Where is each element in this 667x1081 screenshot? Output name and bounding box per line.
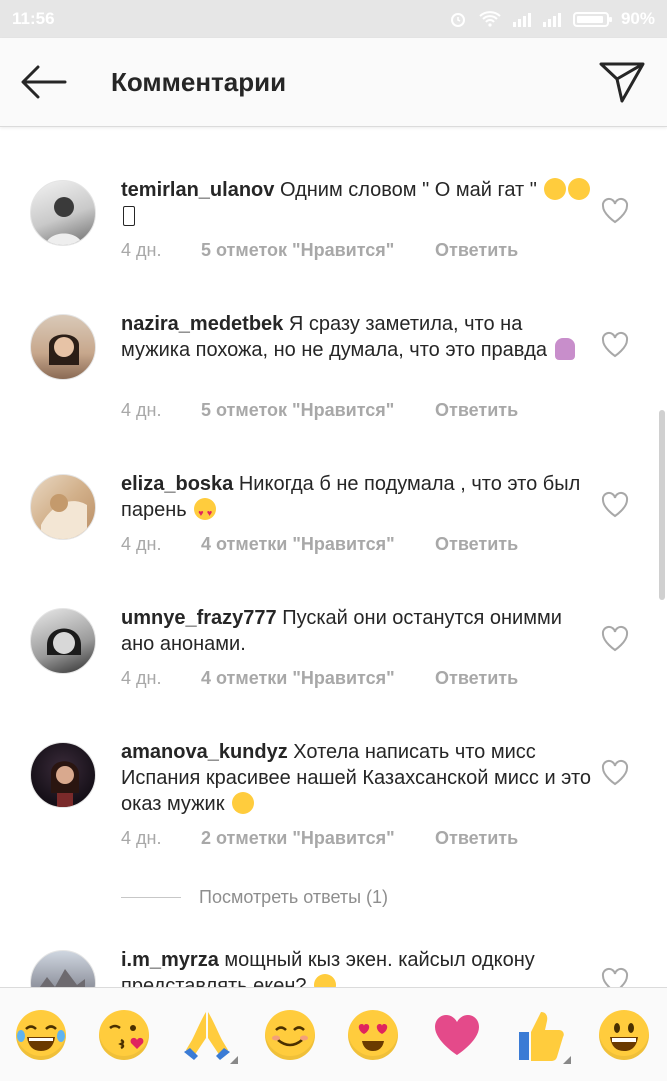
avatar[interactable] [30,474,96,540]
avatar[interactable] [30,314,96,380]
frowning-face-icon [568,178,591,200]
paper-plane-icon [599,62,645,103]
kiss-features [109,1024,144,1050]
back-arrow-icon [21,65,67,99]
grinning-features [610,1023,638,1051]
astonished-face-icon [544,178,567,200]
comment-likes[interactable]: 4 отметки "Нравится" [201,534,395,555]
like-heart-icon[interactable] [600,197,630,225]
tears-of-joy-features [17,1025,65,1051]
direct-send-button[interactable] [598,58,646,106]
comment-username[interactable]: umnye_frazy777 [121,607,277,629]
folded-hands-shape [184,1012,230,1060]
comment-text: temirlan_ulanov Одним словом " О май гат… [121,177,591,229]
like-heart-icon[interactable] [600,625,630,653]
avatar[interactable] [30,742,96,808]
reply-button[interactable]: Ответить [435,668,518,689]
face-blowing-kiss-icon[interactable] [97,1008,151,1062]
reply-button[interactable]: Ответить [435,534,518,555]
emoji-face [348,1010,398,1060]
emoji-quick-bar [0,987,667,1081]
profile-photo [51,761,79,807]
avatar[interactable] [30,950,96,987]
comment-username[interactable]: temirlan_ulanov [121,179,274,201]
comment-likes[interactable]: 5 отметок "Нравится" [201,240,394,261]
comment-text: eliza_boska Никогда б не подумала , что … [121,471,591,526]
like-heart-icon[interactable] [600,967,630,987]
profile-photo [41,494,87,539]
profile-photo [47,628,81,655]
emoji-face [265,1010,315,1060]
battery-percent: 90% [620,9,655,28]
comment-username[interactable]: nazira_medetbek [121,313,283,335]
back-button[interactable] [18,60,68,104]
skin-tone-indicator [230,1056,238,1064]
signal-icon-2 [542,11,561,27]
skin-tone-indicator [563,1056,571,1064]
thumbs-up-icon[interactable] [513,1008,571,1064]
reply-button[interactable]: Ответить [435,828,518,849]
like-heart-icon[interactable] [600,759,630,787]
heart-eyes-features [358,1024,388,1051]
emoji-face [99,1010,149,1060]
comment-text: i.m_myrza мощный кыз экен. кайсыл одкону… [121,947,591,987]
pink-heart-shape [435,1015,479,1055]
comment-message: Одним словом " О май гат " [279,179,537,201]
comment-time: 4 дн. [121,240,162,260]
emoji-face [16,1010,66,1060]
smiling-features [272,1026,308,1047]
heart-eyes-icon [194,498,217,526]
reply-button[interactable]: Ответить [435,240,518,261]
comment-time: 4 дн. [121,534,162,554]
comment-time: 4 дн. [121,400,162,420]
reply-button[interactable]: Ответить [435,400,518,421]
like-heart-icon[interactable] [600,491,630,519]
smiling-face-icon[interactable] [263,1008,317,1062]
emoji-face [599,1010,649,1060]
face-tears-of-joy-icon[interactable] [14,1008,68,1062]
profile-photo [49,334,79,365]
page-title: Комментарии [111,67,287,97]
alarm-icon [450,13,465,27]
wifi-icon [479,11,501,27]
avatar[interactable] [30,608,96,674]
comment-text: nazira_medetbek Я сразу заметила, что на… [121,311,591,363]
crying-face-icon [232,792,254,814]
battery-icon [572,11,612,27]
thumbs-up-shape [519,1012,564,1061]
divider-line [121,896,181,898]
signal-icon [512,11,531,27]
comment-username[interactable]: amanova_kundyz [121,741,288,763]
heart-eyes-icon [314,974,337,987]
avatar[interactable] [30,180,96,246]
status-time: 11:56 [12,9,55,28]
grinning-face-icon[interactable] [597,1008,651,1062]
comment-time: 4 дн. [121,668,162,688]
comment-likes[interactable]: 2 отметки "Нравится" [201,828,395,849]
profile-photo [45,197,83,245]
top-bar: Комментарии [0,38,667,127]
like-heart-icon[interactable] [600,331,630,359]
folded-hands-icon[interactable] [180,1008,238,1064]
pink-heart-icon[interactable] [430,1008,484,1062]
view-replies-label: Посмотреть ответы (1) [199,886,389,907]
comment-username[interactable]: i.m_myrza [121,949,219,971]
view-replies-button[interactable]: Посмотреть ответы (1) [121,884,521,910]
status-icons: 90% [449,9,655,29]
heart-eyes-icon[interactable] [346,1008,400,1062]
comment-text: umnye_frazy777 Пускай они останутся оним… [121,605,591,657]
comment-time: 4 дн. [121,828,162,848]
facepalm-icon [554,338,575,360]
comment-likes[interactable]: 4 отметки "Нравится" [201,668,395,689]
comment-text: amanova_kundyz Хотела написать что мисс … [121,739,591,817]
scrollbar[interactable] [659,410,665,600]
status-bar: 11:56 90% [0,0,667,38]
comments-list[interactable]: temirlan_ulanov Одним словом " О май гат… [0,127,667,987]
profile-photo [39,969,85,987]
missing-glyph-icon [123,206,135,226]
comment-username[interactable]: eliza_boska [121,473,233,495]
comment-likes[interactable]: 5 отметок "Нравится" [201,400,394,421]
